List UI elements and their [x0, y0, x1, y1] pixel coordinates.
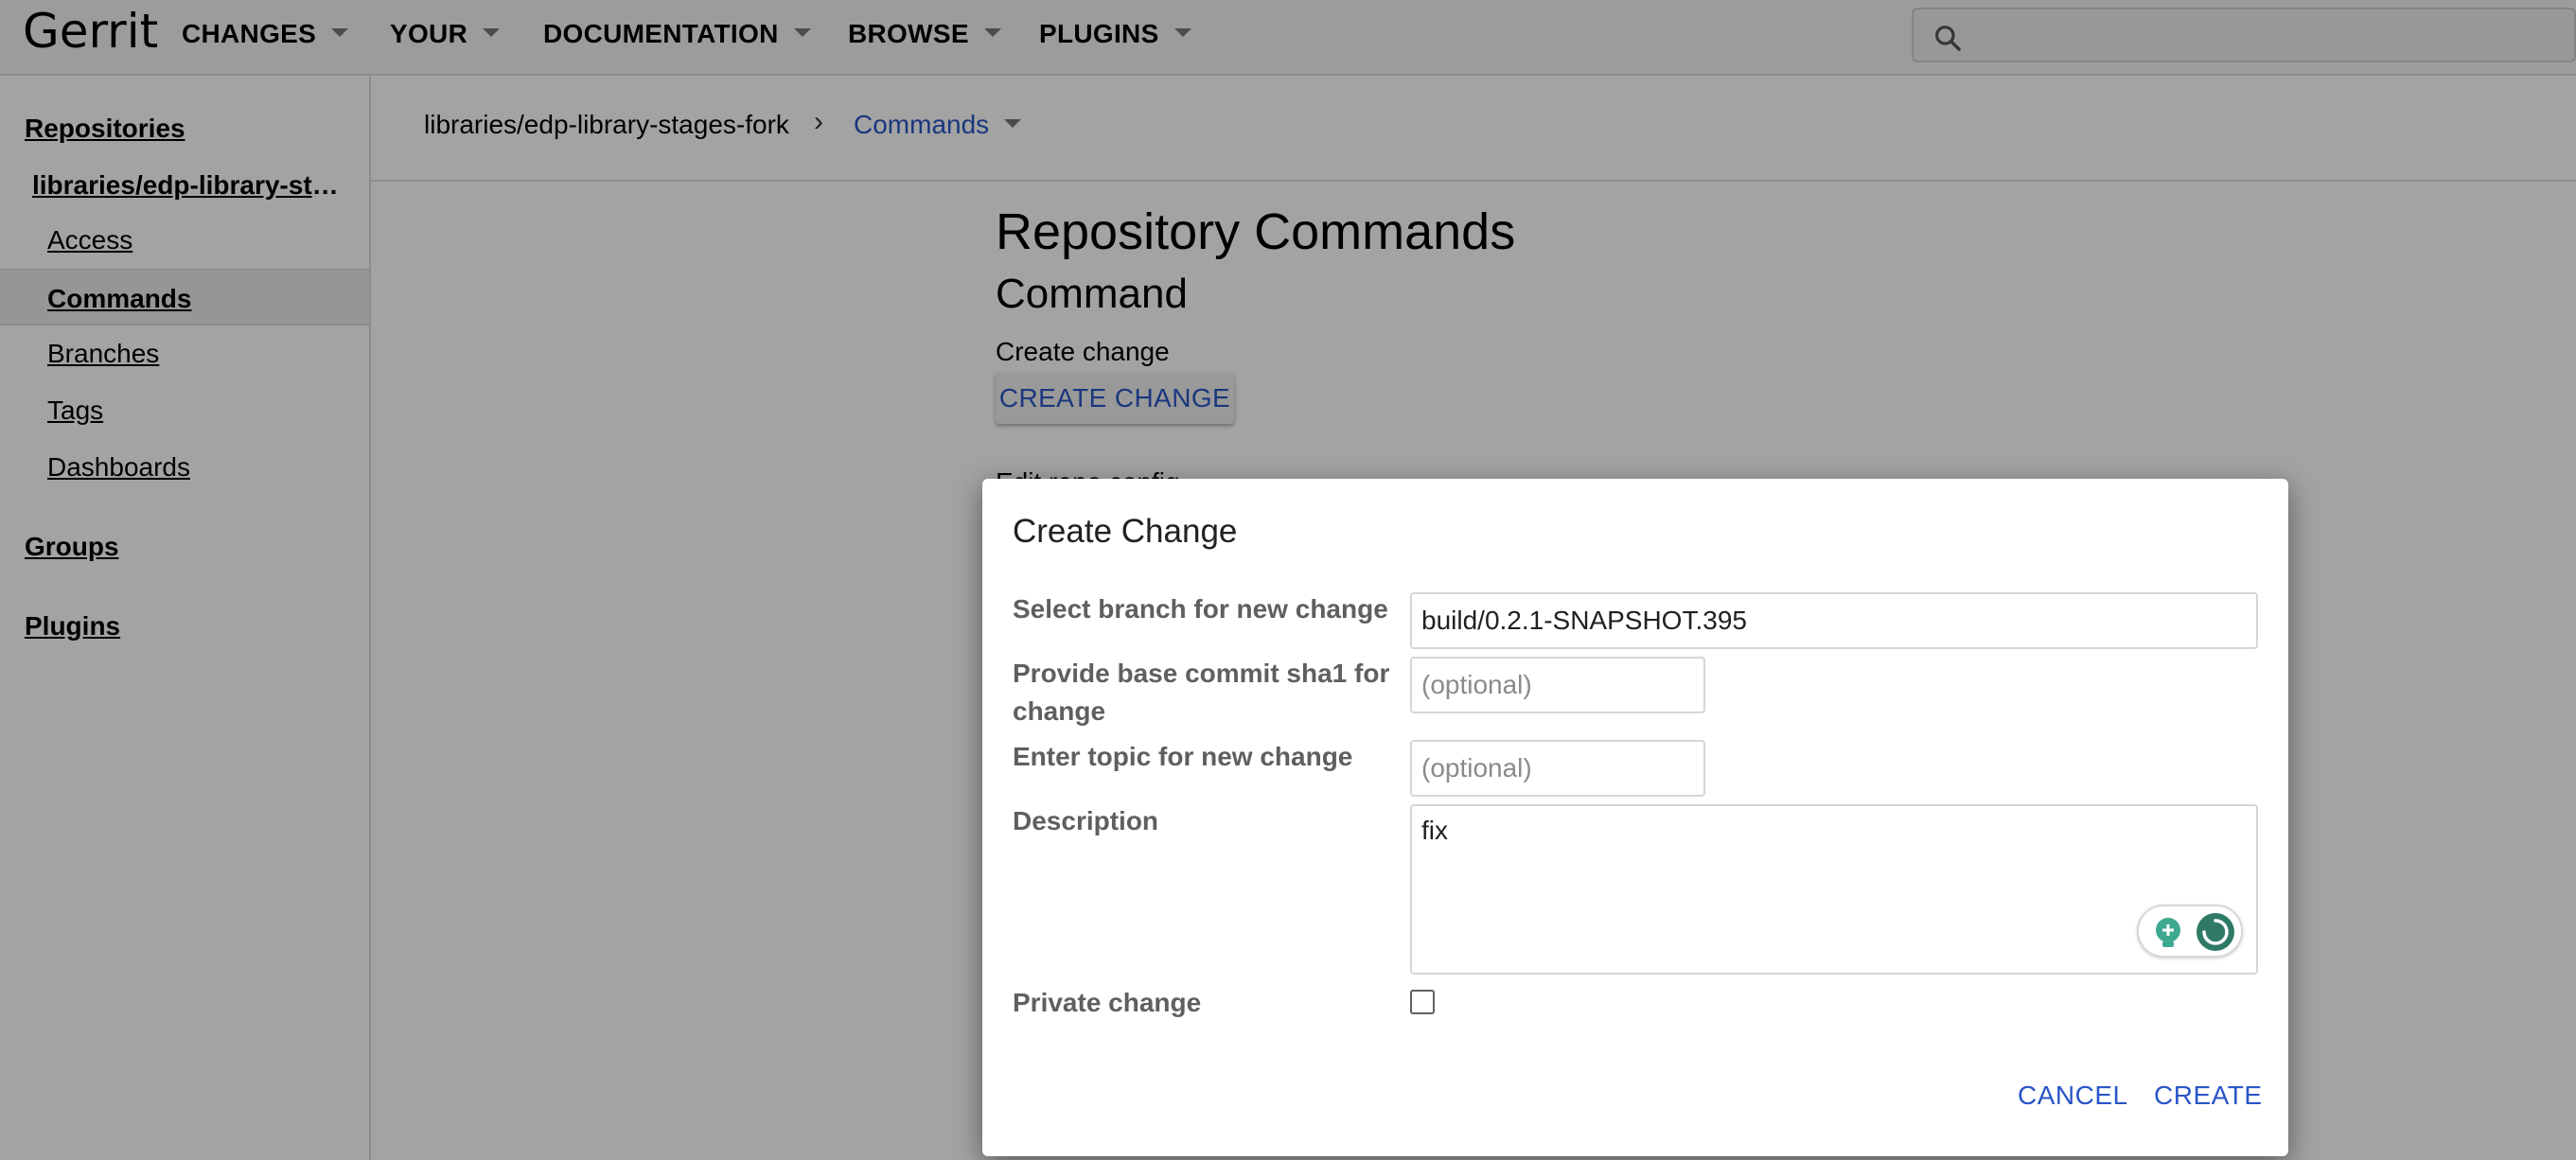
description-text: fix: [1421, 816, 1448, 845]
create-button[interactable]: CREATE: [2154, 1081, 2263, 1111]
description-label: Description: [1013, 806, 1159, 835]
dialog-title: Create Change: [1013, 513, 1238, 550]
cancel-button[interactable]: CANCEL: [2018, 1081, 2128, 1111]
create-change-dialog: Create Change Select branch for new chan…: [982, 479, 2288, 1156]
topic-label: Enter topic for new change: [1013, 742, 1353, 771]
private-change-label: Private change: [1013, 988, 1202, 1017]
base-commit-input[interactable]: (optional): [1410, 657, 1705, 713]
branch-label: Select branch for new change: [1013, 594, 1388, 624]
private-change-checkbox[interactable]: [1410, 990, 1435, 1014]
base-commit-label-line2: change: [1013, 696, 1106, 726]
assistant-status-icon: [2197, 913, 2234, 951]
base-commit-label: Provide base commit sha1 for change: [1013, 655, 1389, 730]
grammar-assistant-widget[interactable]: [2137, 905, 2243, 958]
topic-input[interactable]: (optional): [1410, 740, 1705, 797]
base-commit-label-line1: Provide base commit sha1 for: [1013, 659, 1390, 688]
branch-input[interactable]: build/0.2.1-SNAPSHOT.395: [1410, 592, 2258, 649]
description-textarea[interactable]: fix: [1410, 804, 2258, 975]
lightbulb-icon: [2156, 918, 2180, 947]
